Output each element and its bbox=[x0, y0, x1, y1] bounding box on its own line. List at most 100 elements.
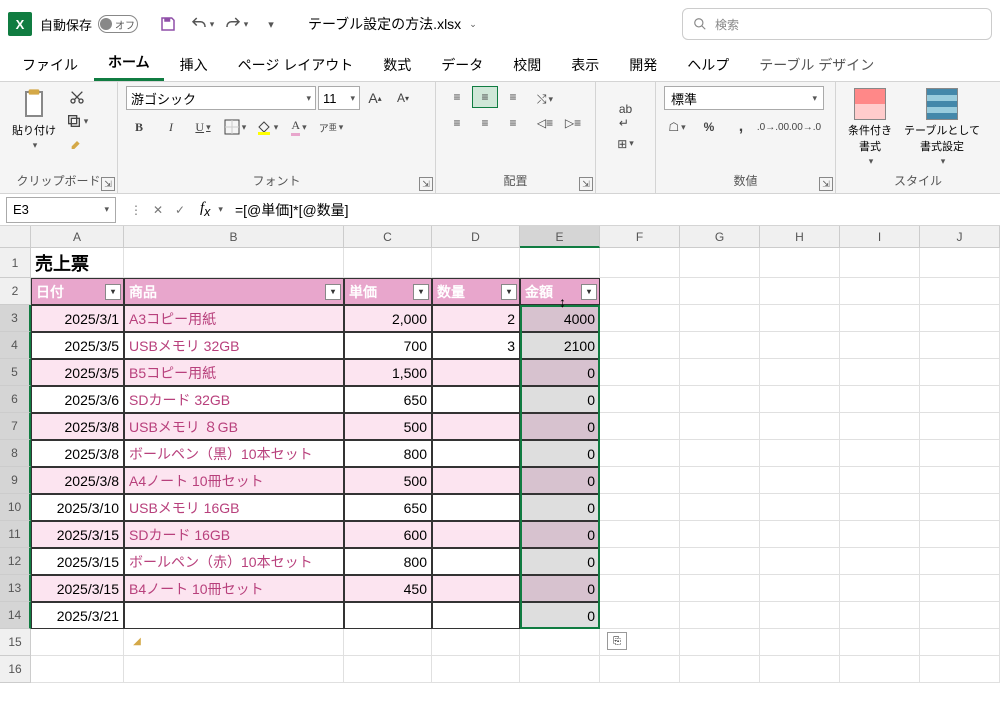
table-expand-button[interactable]: ◢ bbox=[127, 632, 147, 650]
cell[interactable]: 2025/3/6 bbox=[31, 386, 124, 413]
align-top[interactable]: ≡ bbox=[444, 86, 470, 108]
cell[interactable] bbox=[840, 332, 920, 359]
dialog-launcher[interactable]: ⇲ bbox=[579, 177, 593, 191]
cell[interactable] bbox=[680, 440, 760, 467]
col-E[interactable]: E bbox=[520, 226, 600, 248]
col-H[interactable]: H bbox=[760, 226, 840, 248]
cell[interactable] bbox=[920, 386, 1000, 413]
tab-help[interactable]: ヘルプ bbox=[673, 49, 743, 81]
cell[interactable]: 4000 bbox=[520, 305, 600, 332]
cell[interactable] bbox=[760, 386, 840, 413]
cell[interactable] bbox=[760, 548, 840, 575]
row-10[interactable]: 10 bbox=[0, 494, 31, 521]
row-11[interactable]: 11 bbox=[0, 521, 31, 548]
increase-font-button[interactable]: A▴ bbox=[362, 87, 388, 109]
row-13[interactable]: 13 bbox=[0, 575, 31, 602]
cell[interactable]: 数量▾ bbox=[432, 278, 520, 305]
cell[interactable] bbox=[840, 656, 920, 683]
cell[interactable] bbox=[840, 359, 920, 386]
cell[interactable]: USBメモリ 16GB bbox=[124, 494, 344, 521]
more-button[interactable]: ⋮ bbox=[126, 203, 146, 217]
tab-insert[interactable]: 挿入 bbox=[166, 49, 222, 81]
cell[interactable] bbox=[920, 278, 1000, 305]
cell[interactable] bbox=[760, 494, 840, 521]
cell[interactable]: A3コピー用紙 bbox=[124, 305, 344, 332]
cell[interactable] bbox=[760, 248, 840, 278]
cell[interactable] bbox=[840, 413, 920, 440]
cancel-button[interactable]: ✕ bbox=[148, 203, 168, 217]
cell[interactable]: USBメモリ ８GB bbox=[124, 413, 344, 440]
tab-formulas[interactable]: 数式 bbox=[369, 49, 425, 81]
cell[interactable]: 2025/3/21 bbox=[31, 602, 124, 629]
tab-data[interactable]: データ bbox=[427, 49, 497, 81]
cell[interactable] bbox=[31, 629, 124, 656]
cell[interactable] bbox=[920, 440, 1000, 467]
font-color-button[interactable]: A▾ bbox=[286, 116, 312, 138]
cell[interactable] bbox=[920, 521, 1000, 548]
border-button[interactable]: ▾ bbox=[222, 116, 248, 138]
cell[interactable]: 0 bbox=[520, 575, 600, 602]
cell[interactable] bbox=[600, 332, 680, 359]
tab-file[interactable]: ファイル bbox=[8, 49, 92, 81]
cell[interactable]: 600 bbox=[344, 521, 432, 548]
cell[interactable] bbox=[760, 467, 840, 494]
cell[interactable] bbox=[600, 278, 680, 305]
col-A[interactable]: A bbox=[31, 226, 124, 248]
conditional-formatting-button[interactable]: 条件付き 書式▾ bbox=[844, 86, 896, 169]
comma-button[interactable]: , bbox=[728, 116, 754, 138]
cell[interactable] bbox=[920, 305, 1000, 332]
search-input[interactable]: 検索 bbox=[682, 8, 992, 40]
cell[interactable] bbox=[124, 629, 344, 656]
cell[interactable] bbox=[432, 629, 520, 656]
format-as-table-button[interactable]: テーブルとして 書式設定▾ bbox=[900, 86, 984, 169]
row-14[interactable]: 14 bbox=[0, 602, 31, 629]
tab-table-design[interactable]: テーブル デザイン bbox=[745, 49, 888, 81]
cell[interactable] bbox=[680, 494, 760, 521]
cell[interactable] bbox=[600, 305, 680, 332]
cell[interactable] bbox=[600, 656, 680, 683]
decrease-indent[interactable]: ◁≡ bbox=[532, 112, 558, 134]
cell[interactable] bbox=[600, 548, 680, 575]
cell[interactable]: 0 bbox=[520, 602, 600, 629]
cell[interactable] bbox=[760, 305, 840, 332]
cell[interactable]: 650 bbox=[344, 494, 432, 521]
filter-button[interactable]: ▾ bbox=[325, 284, 341, 300]
cell[interactable] bbox=[432, 494, 520, 521]
decrease-decimal[interactable]: .00→.0 bbox=[792, 116, 818, 138]
cell[interactable] bbox=[432, 602, 520, 629]
cell[interactable] bbox=[432, 359, 520, 386]
dialog-launcher[interactable]: ⇲ bbox=[101, 177, 115, 191]
cell[interactable]: 2025/3/15 bbox=[31, 575, 124, 602]
percent-button[interactable]: % bbox=[696, 116, 722, 138]
cell[interactable]: SDカード 32GB bbox=[124, 386, 344, 413]
cell[interactable] bbox=[680, 413, 760, 440]
cell[interactable] bbox=[600, 521, 680, 548]
cell[interactable]: B4ノート 10冊セット bbox=[124, 575, 344, 602]
cell[interactable]: 0 bbox=[520, 359, 600, 386]
cell[interactable] bbox=[124, 602, 344, 629]
select-all-corner[interactable] bbox=[0, 226, 31, 248]
cell[interactable] bbox=[920, 413, 1000, 440]
cell[interactable] bbox=[432, 548, 520, 575]
cell[interactable]: 1,500 bbox=[344, 359, 432, 386]
number-format-combo[interactable]: 標準▾ bbox=[664, 86, 824, 110]
col-B[interactable]: B bbox=[124, 226, 344, 248]
cell[interactable] bbox=[760, 521, 840, 548]
cut-button[interactable] bbox=[64, 86, 90, 108]
cell[interactable]: 0 bbox=[520, 386, 600, 413]
cell[interactable] bbox=[680, 548, 760, 575]
cell[interactable] bbox=[432, 656, 520, 683]
cell[interactable] bbox=[600, 467, 680, 494]
cell[interactable] bbox=[600, 359, 680, 386]
col-G[interactable]: G bbox=[680, 226, 760, 248]
cell[interactable] bbox=[760, 440, 840, 467]
cell[interactable]: 2025/3/15 bbox=[31, 548, 124, 575]
paste-button[interactable]: 貼り付け ▾ bbox=[8, 86, 60, 153]
cell[interactable]: 2025/3/5 bbox=[31, 332, 124, 359]
cell[interactable] bbox=[840, 548, 920, 575]
cell[interactable] bbox=[760, 278, 840, 305]
cell[interactable] bbox=[840, 575, 920, 602]
dialog-launcher[interactable]: ⇲ bbox=[419, 177, 433, 191]
col-I[interactable]: I bbox=[840, 226, 920, 248]
row-2[interactable]: 2 bbox=[0, 278, 31, 305]
